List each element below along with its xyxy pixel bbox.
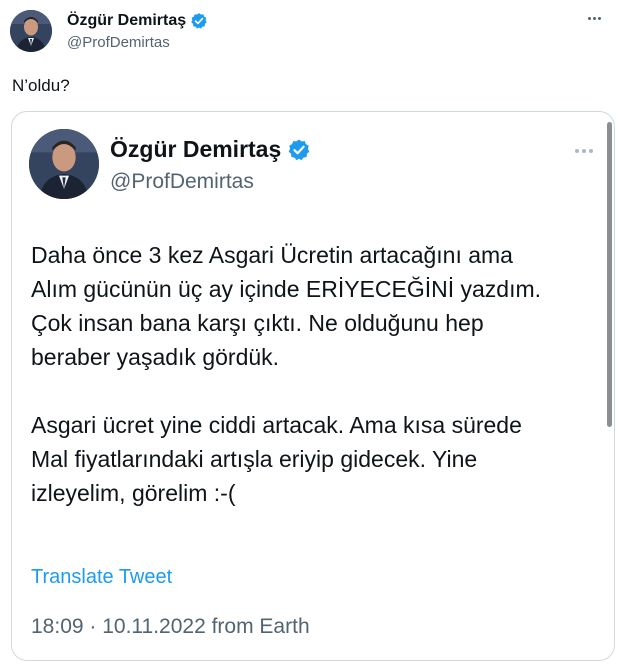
tweet-text: N’oldu?	[12, 76, 70, 95]
verified-badge-icon	[287, 138, 311, 162]
author-name-text[interactable]: Özgür Demirtaş	[67, 12, 186, 30]
more-options-icon	[575, 149, 593, 153]
text-line: Daha önce 3 kez Asgari Ücretin artacağın…	[31, 242, 513, 268]
author-handle[interactable]: @ProfDemirtas	[67, 34, 170, 51]
quoted-author-avatar[interactable]	[29, 129, 99, 199]
text-line: Mal fiyatlarındaki artışla eriyip gidece…	[31, 446, 478, 472]
text-line: izleyelim, görelim :-(	[31, 480, 236, 506]
quoted-tweet-text: Daha önce 3 kez Asgari Ücretin artacağın…	[31, 238, 601, 510]
tweet-timestamp[interactable]: 18:09 · 10.11.2022 from Earth	[31, 615, 310, 639]
scrollbar[interactable]	[607, 122, 612, 427]
quoted-tweet-paragraph: Asgari ücret yine ciddi artacak. Ama kıs…	[31, 408, 601, 510]
text-line: Alım gücünün üç ay içinde ERİYECEĞİNİ ya…	[31, 276, 542, 302]
quoted-author-name[interactable]: Özgür Demirtaş	[110, 136, 311, 163]
text-line: Asgari ücret yine ciddi artacak. Ama kıs…	[31, 412, 522, 438]
quoted-author-handle[interactable]: @ProfDemirtas	[110, 170, 254, 194]
author-name[interactable]: Özgür Demirtaş	[67, 12, 208, 30]
translate-tweet-link[interactable]: Translate Tweet	[31, 566, 172, 589]
quoted-tweet-paragraph: Daha önce 3 kez Asgari Ücretin artacağın…	[31, 238, 601, 374]
verified-badge-icon	[190, 12, 208, 30]
quoted-author-name-text[interactable]: Özgür Demirtaş	[110, 136, 281, 163]
more-options-icon	[587, 16, 601, 20]
more-options-button[interactable]	[583, 10, 605, 26]
author-avatar[interactable]	[10, 10, 52, 52]
quoted-tweet-card[interactable]: Özgür Demirtaş @ProfDemirtas Daha önce 3…	[11, 111, 615, 661]
tweet: Özgür Demirtaş @ProfDemirtas N’oldu? Özg…	[0, 0, 619, 666]
text-line: beraber yaşadık gördük.	[31, 344, 280, 370]
quoted-more-options-button[interactable]	[570, 144, 598, 158]
text-line: Çok insan bana karşı çıktı. Ne olduğunu …	[31, 310, 484, 336]
